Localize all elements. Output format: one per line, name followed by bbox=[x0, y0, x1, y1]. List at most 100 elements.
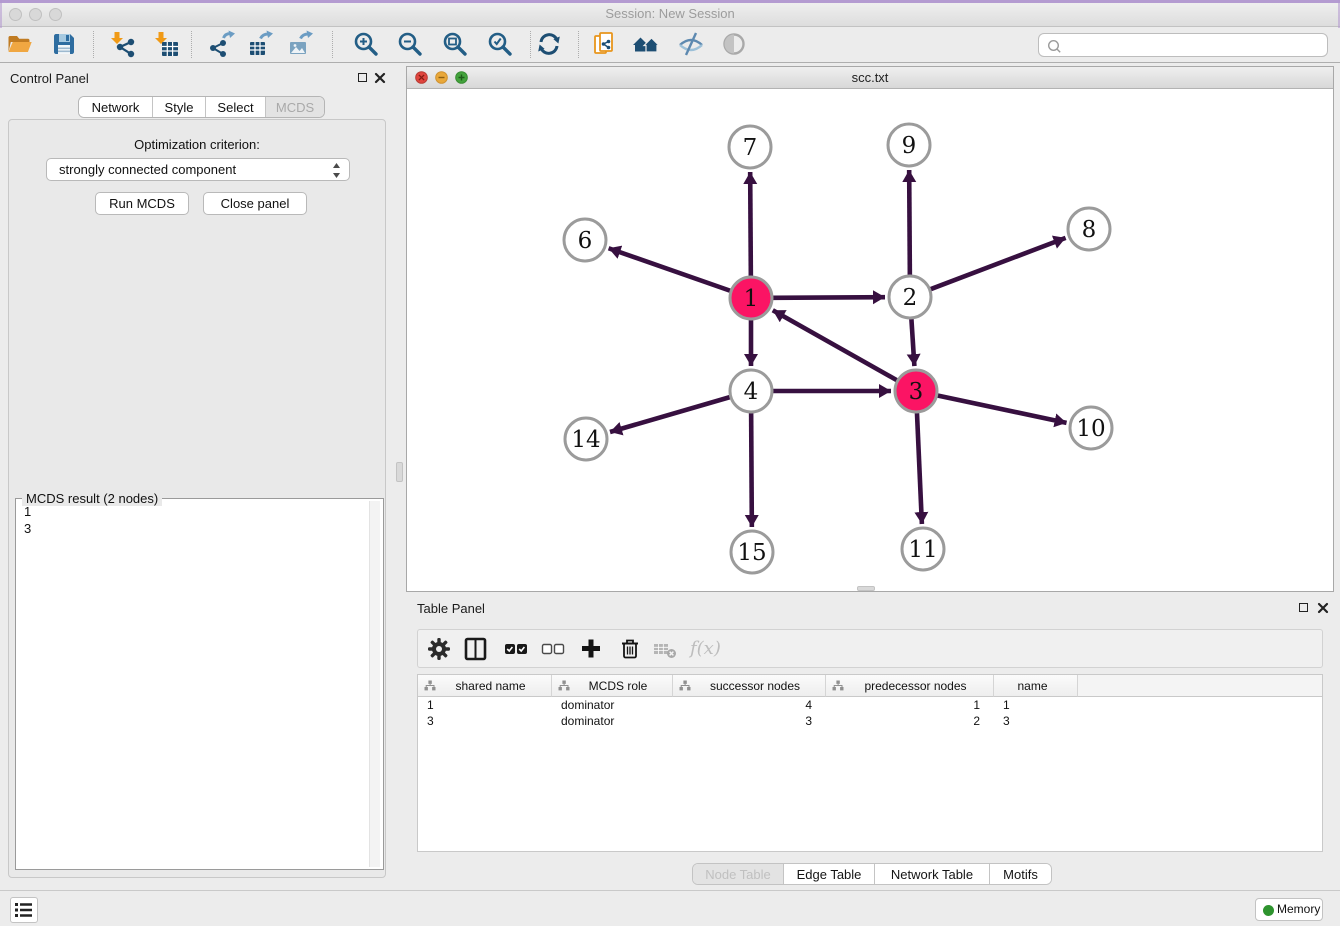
show-column-icon[interactable] bbox=[464, 636, 490, 662]
column-header-successor-nodes[interactable]: successor nodes bbox=[673, 675, 826, 697]
mcds-panel: Optimization criterion: strongly connect… bbox=[8, 119, 386, 878]
edge-4-15[interactable] bbox=[751, 413, 752, 527]
edge-3-10[interactable] bbox=[938, 396, 1067, 423]
clone-network-icon[interactable] bbox=[591, 30, 619, 58]
column-header-shared-name[interactable]: shared name bbox=[418, 675, 552, 697]
edge-3-1[interactable] bbox=[773, 310, 897, 380]
mcds-result-group: MCDS result (2 nodes) 13 bbox=[15, 498, 384, 870]
close-panel-button[interactable]: Close panel bbox=[203, 192, 307, 215]
mcds-result-title: MCDS result (2 nodes) bbox=[22, 491, 162, 506]
unselect-all-columns-icon[interactable] bbox=[541, 636, 567, 662]
table-row[interactable]: 3dominator323 bbox=[418, 713, 1078, 729]
edge-2-3[interactable] bbox=[911, 319, 914, 366]
main-toolbar bbox=[0, 28, 1340, 63]
table-panel: Table Panel f(x) shared nameMCDS rolesuc… bbox=[406, 596, 1334, 888]
node-label-10: 10 bbox=[1076, 416, 1105, 442]
status-bar: Memory bbox=[0, 890, 1340, 926]
task-history-button[interactable] bbox=[10, 897, 38, 923]
result-item: 3 bbox=[24, 520, 383, 537]
select-all-columns-icon[interactable] bbox=[504, 636, 530, 662]
tab-edge-table[interactable]: Edge Table bbox=[783, 864, 874, 884]
node-label-11: 11 bbox=[908, 537, 937, 563]
cell: 3 bbox=[673, 713, 826, 729]
tab-select[interactable]: Select bbox=[205, 97, 265, 117]
home-icon[interactable] bbox=[632, 30, 660, 58]
tab-style[interactable]: Style bbox=[152, 97, 205, 117]
cell: dominator bbox=[552, 713, 673, 729]
table-panel-title: Table Panel bbox=[417, 601, 485, 616]
hide-panel-icon[interactable] bbox=[677, 30, 705, 58]
optimization-criterion-label: Optimization criterion: bbox=[9, 137, 385, 152]
search-input[interactable] bbox=[1038, 33, 1328, 57]
table-options-icon[interactable] bbox=[426, 636, 452, 662]
column-header-MCDS-role[interactable]: MCDS role bbox=[552, 675, 673, 697]
node-label-2: 2 bbox=[903, 285, 918, 311]
vertical-splitter-handle[interactable] bbox=[396, 462, 403, 482]
search-icon bbox=[1047, 39, 1063, 55]
table-tabs: Node TableEdge TableNetwork TableMotifs bbox=[692, 863, 1052, 885]
edge-2-8[interactable] bbox=[931, 238, 1066, 289]
criterion-select[interactable]: strongly connected component bbox=[46, 158, 350, 181]
cell: 3 bbox=[418, 713, 552, 729]
tab-network[interactable]: Network bbox=[79, 97, 152, 117]
network-window-title: scc.txt bbox=[407, 70, 1333, 85]
zoom-fit-icon[interactable] bbox=[441, 30, 469, 58]
edge-3-11[interactable] bbox=[917, 413, 922, 524]
export-table-icon[interactable] bbox=[247, 30, 275, 58]
cell: 1 bbox=[418, 697, 552, 713]
export-image-icon[interactable] bbox=[287, 30, 315, 58]
edge-1-6[interactable] bbox=[609, 248, 731, 290]
edge-2-9[interactable] bbox=[909, 170, 910, 275]
network-view-window: scc.txt 7968124314101511 bbox=[406, 66, 1334, 592]
network-canvas[interactable]: 7968124314101511 bbox=[407, 89, 1333, 591]
run-mcds-button[interactable]: Run MCDS bbox=[95, 192, 189, 215]
table-panel-close-icon[interactable] bbox=[1317, 602, 1329, 614]
edge-1-7[interactable] bbox=[750, 172, 751, 276]
cell: 4 bbox=[673, 697, 826, 713]
table-row[interactable]: 1dominator411 bbox=[418, 697, 1078, 713]
delete-table-icon[interactable] bbox=[652, 636, 678, 662]
save-session-icon[interactable] bbox=[50, 30, 78, 58]
table-panel-float-icon[interactable] bbox=[1299, 603, 1308, 612]
edge-1-2[interactable] bbox=[773, 297, 885, 298]
control-panel-close-icon[interactable] bbox=[374, 72, 386, 84]
zoom-in-icon[interactable] bbox=[352, 30, 380, 58]
app-titlebar: Session: New Session bbox=[0, 0, 1340, 27]
node-label-3: 3 bbox=[909, 379, 924, 405]
export-network-icon[interactable] bbox=[207, 30, 235, 58]
node-label-1: 1 bbox=[744, 286, 759, 312]
table-toolbar: f(x) bbox=[417, 629, 1323, 668]
zoom-selected-icon[interactable] bbox=[486, 30, 514, 58]
result-scrollbar[interactable] bbox=[369, 501, 380, 867]
tab-mcds[interactable]: MCDS bbox=[265, 97, 324, 117]
table-header-row: shared nameMCDS rolesuccessor nodesprede… bbox=[418, 675, 1322, 697]
refresh-icon[interactable] bbox=[535, 30, 563, 58]
control-panel-float-icon[interactable] bbox=[358, 73, 367, 82]
panel-visibility-icon[interactable] bbox=[720, 30, 748, 58]
import-table-icon[interactable] bbox=[152, 30, 180, 58]
tab-network-table[interactable]: Network Table bbox=[874, 864, 989, 884]
memory-status-icon bbox=[1263, 905, 1274, 916]
import-network-icon[interactable] bbox=[108, 30, 136, 58]
tab-motifs[interactable]: Motifs bbox=[989, 864, 1051, 884]
cell: 2 bbox=[826, 713, 994, 729]
memory-button[interactable]: Memory bbox=[1255, 898, 1323, 921]
open-session-icon[interactable] bbox=[6, 30, 34, 58]
node-label-8: 8 bbox=[1082, 217, 1097, 243]
column-header-predecessor-nodes[interactable]: predecessor nodes bbox=[826, 675, 994, 697]
select-stepper-icon bbox=[332, 162, 341, 185]
edge-4-14[interactable] bbox=[610, 397, 730, 432]
horizontal-splitter-handle[interactable] bbox=[857, 586, 875, 591]
cell: 1 bbox=[994, 697, 1078, 713]
node-label-14: 14 bbox=[571, 427, 600, 453]
tab-node-table[interactable]: Node Table bbox=[693, 864, 783, 884]
delete-row-icon[interactable] bbox=[618, 636, 644, 662]
function-builder-icon[interactable]: f(x) bbox=[690, 636, 730, 662]
zoom-out-icon[interactable] bbox=[396, 30, 424, 58]
column-header-name[interactable]: name bbox=[994, 675, 1078, 697]
network-window-titlebar: scc.txt bbox=[407, 67, 1333, 89]
add-row-icon[interactable] bbox=[579, 636, 605, 662]
window-title: Session: New Session bbox=[0, 6, 1340, 21]
control-panel-title: Control Panel bbox=[10, 71, 89, 86]
control-panel: Control Panel NetworkStyleSelectMCDS Opt… bbox=[0, 63, 394, 890]
